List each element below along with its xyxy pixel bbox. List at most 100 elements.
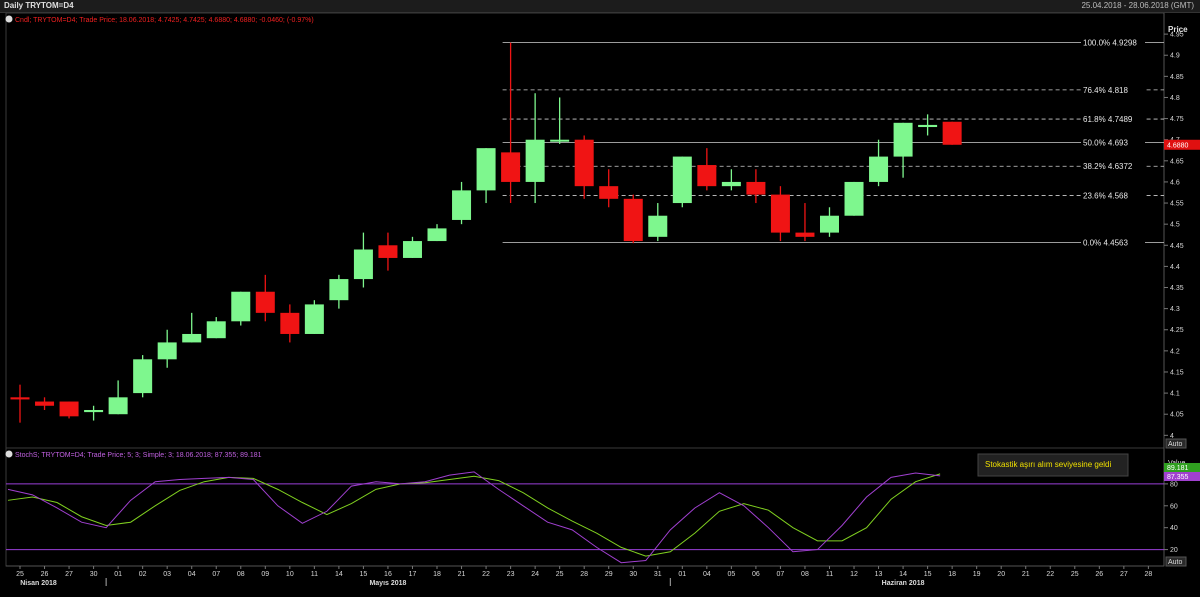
- x-tick-label: 29: [605, 571, 613, 578]
- candle-body: [550, 139, 570, 142]
- x-tick-label: 18: [948, 571, 956, 578]
- x-tick-label: 15: [360, 571, 368, 578]
- x-tick-label: 25: [556, 571, 564, 578]
- x-tick-label: 19: [973, 571, 981, 578]
- fib-level-label: 0.0% 4.4563: [1083, 239, 1128, 248]
- fib-level-label: 38.2% 4.6372: [1083, 162, 1133, 171]
- stoch-tick-label: 20: [1170, 547, 1178, 554]
- x-tick-label: 14: [899, 571, 907, 578]
- stoch-tick-label: 60: [1170, 503, 1178, 510]
- price-tick-label: 4.2: [1170, 348, 1180, 355]
- x-tick-label: 09: [261, 571, 269, 578]
- x-tick-label: 15: [924, 571, 932, 578]
- x-tick-label: 07: [777, 571, 785, 578]
- candle-body: [476, 148, 496, 191]
- x-tick-label: 12: [850, 571, 858, 578]
- price-tick-label: 4.9: [1170, 53, 1180, 60]
- x-tick-label: 07: [212, 571, 220, 578]
- x-tick-label: 13: [875, 571, 883, 578]
- x-tick-label: 23: [507, 571, 515, 578]
- price-tick-label: 4.1: [1170, 391, 1180, 398]
- candle-body: [280, 312, 300, 334]
- candle-body: [721, 181, 741, 187]
- x-tick-label: 27: [65, 571, 73, 578]
- candle-body: [746, 181, 766, 195]
- stoch-k-tag-text: 87.355: [1167, 474, 1189, 481]
- x-tick-label: 16: [384, 571, 392, 578]
- stoch-legend-icon[interactable]: [5, 450, 13, 458]
- candle-body: [10, 397, 30, 400]
- x-tick-label: 24: [531, 571, 539, 578]
- annotation-text: Stokastik aşırı alım seviyesine geldi: [985, 460, 1111, 469]
- price-tick-label: 4.45: [1170, 243, 1184, 250]
- fib-level-label: 23.6% 4.568: [1083, 191, 1128, 200]
- price-tick-label: 4.25: [1170, 327, 1184, 334]
- candle-body: [869, 156, 889, 182]
- time-axis: 25 26 27 30 01 02 03 04 07 08 09 10 11 14 15 16 17 18 21 22…: [6, 565, 1164, 587]
- candle-body: [942, 121, 962, 145]
- x-tick-label: 17: [409, 571, 417, 578]
- x-tick-label: 18: [433, 571, 441, 578]
- x-tick-label: 22: [1046, 571, 1054, 578]
- candle-body: [672, 156, 692, 204]
- x-tick-label: 30: [90, 571, 98, 578]
- x-tick-label: 10: [286, 571, 294, 578]
- candle-body: [599, 186, 619, 199]
- month-label: Nisan 2018: [20, 580, 57, 587]
- x-tick-label: 27: [1120, 571, 1128, 578]
- x-tick-label: 03: [163, 571, 171, 578]
- x-tick-label: 04: [188, 571, 196, 578]
- x-tick-label: 05: [727, 571, 735, 578]
- x-tick-label: 08: [801, 571, 809, 578]
- x-tick-label: 14: [335, 571, 343, 578]
- candle-body: [59, 401, 79, 417]
- candle-body: [795, 232, 815, 237]
- candle-body: [770, 194, 790, 233]
- candle-body: [918, 124, 938, 128]
- price-panel-border: [5, 12, 1165, 449]
- fib-level-label: 76.4% 4.818: [1083, 86, 1128, 95]
- candle-body: [427, 228, 447, 242]
- x-tick-label: 22: [482, 571, 490, 578]
- candlestick-chart[interactable]: 100.0% 4.9298 76.4% 4.818 61.8% 4.7489 50.0…: [0, 0, 1200, 597]
- candle-body: [893, 122, 913, 157]
- candle-body: [182, 333, 202, 343]
- x-tick-label: 28: [580, 571, 588, 578]
- candle-body: [452, 190, 472, 220]
- x-tick-label: 01: [678, 571, 686, 578]
- stoch-tick-label: 80: [1170, 481, 1178, 488]
- x-tick-label: 28: [1144, 571, 1152, 578]
- fib-level-label: 61.8% 4.7489: [1083, 115, 1133, 124]
- candle-body: [402, 241, 422, 258]
- candle-body: [133, 359, 153, 394]
- price-tick-label: 4.8: [1170, 95, 1180, 102]
- month-label: Mayıs 2018: [369, 580, 406, 587]
- candle-body: [35, 401, 55, 406]
- price-tick-label: 4.4: [1170, 264, 1180, 271]
- x-tick-label: 25: [1071, 571, 1079, 578]
- stoch-legend: StochS; TRYTOM=D4; Trade Price; 5; 3; Si…: [15, 452, 262, 459]
- candle-body: [574, 139, 594, 187]
- candle-body: [108, 397, 128, 415]
- candle-body: [525, 139, 545, 182]
- stoch-d-tag-text: 89.181: [1167, 465, 1189, 472]
- x-tick-label: 02: [139, 571, 147, 578]
- main-legend-icon[interactable]: [5, 15, 13, 23]
- x-tick-label: 01: [114, 571, 122, 578]
- price-tick-label: 4.55: [1170, 201, 1184, 208]
- price-axis: 44.054.14.154.24.254.34.354.44.454.54.55…: [1164, 32, 1184, 440]
- x-tick-label: 08: [237, 571, 245, 578]
- price-tick-label: 4.35: [1170, 285, 1184, 292]
- candle-body: [623, 198, 643, 242]
- price-tick-label: 4.65: [1170, 158, 1184, 165]
- candle-body: [648, 215, 668, 237]
- stoch-tick-label: 40: [1170, 525, 1178, 532]
- x-tick-label: 31: [654, 571, 662, 578]
- candle-body: [329, 279, 349, 301]
- price-tick-label: 4.5: [1170, 222, 1180, 229]
- stochastic-panel: 20 40 60 80: [6, 471, 1178, 564]
- main-legend: Cndl; TRYTOM=D4; Trade Price; 18.06.2018…: [15, 17, 314, 24]
- x-tick-label: 25: [16, 571, 24, 578]
- stoch-d-line: [7, 473, 941, 557]
- x-tick-label: 20: [997, 571, 1005, 578]
